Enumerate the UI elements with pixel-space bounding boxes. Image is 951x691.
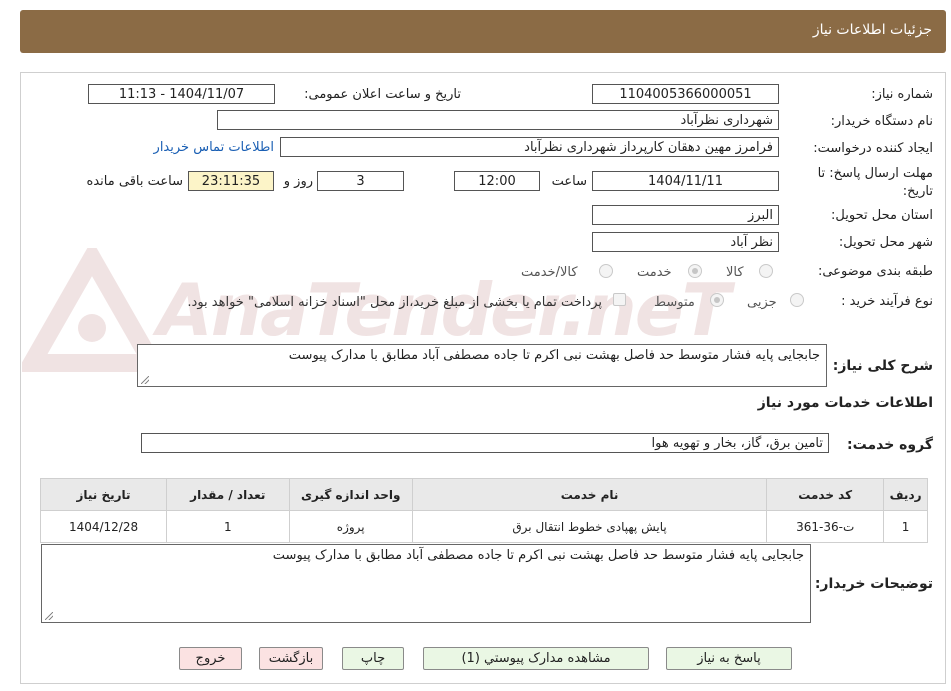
deadline-time-label: ساعت [551, 174, 587, 189]
province-label: استان محل تحویل: [831, 208, 933, 223]
treasury-note: پرداخت تمام یا بخشی از مبلغ خرید،از محل … [187, 295, 602, 310]
deadline-label-date: تاریخ: [902, 184, 933, 199]
buyer-org-field: شهرداری نظرآباد [217, 110, 779, 130]
service-group-field: تامین برق، گاز، بخار و تهویه هوا [141, 433, 829, 453]
exit-button[interactable]: خروج [179, 647, 242, 670]
page-title: جزئیات اطلاعات نیاز [812, 22, 932, 38]
treasury-checkbox[interactable] [613, 293, 626, 306]
cell-service-code: ت-36-361 [766, 510, 885, 543]
deadline-date-field: 1404/11/11 [592, 171, 779, 191]
deadline-time-field: 12:00 [454, 171, 540, 191]
announce-date-field: 1404/11/07 - 11:13 [88, 84, 275, 104]
province-field: البرز [592, 205, 779, 225]
buyer-notes-label: توضیحات خریدار: [814, 576, 933, 592]
category-both-radio[interactable] [599, 264, 613, 278]
category-goods-label: کالا [726, 265, 744, 280]
cell-row-number: 1 [883, 510, 928, 543]
buyer-notes-textarea[interactable]: جابجایی پایه فشار متوسط حد فاصل بهشت نبی… [41, 544, 811, 623]
remaining-label: ساعت باقی مانده [86, 174, 183, 189]
back-button[interactable]: بازگشت [259, 647, 323, 670]
buyer-notes-text: جابجایی پایه فشار متوسط حد فاصل بهشت نبی… [272, 548, 804, 563]
requester-label: ایجاد کننده درخواست: [813, 141, 933, 156]
col-row-number: ردیف [883, 478, 928, 511]
resize-grip-icon[interactable] [141, 376, 149, 384]
cell-unit: پروژه [288, 510, 413, 543]
col-need-date: تاریخ نیاز [39, 478, 168, 511]
table-row: 1 ت-36-361 پایش پهپادی خطوط انتقال برق پ… [39, 510, 928, 543]
resize-grip-icon[interactable] [45, 612, 53, 620]
cell-need-date: 1404/12/28 [39, 510, 168, 543]
remaining-time-field: 23:11:35 [188, 171, 274, 191]
category-goods-radio[interactable] [759, 264, 773, 278]
need-number-label: شماره نیاز: [871, 87, 933, 102]
cell-quantity: 1 [166, 510, 290, 543]
col-quantity: تعداد / مقدار [166, 478, 290, 511]
announce-date-label: تاریخ و ساعت اعلان عمومی: [304, 87, 461, 102]
days-label: روز و [283, 174, 313, 189]
process-minor-label: جزیی [747, 295, 777, 310]
city-label: شهر محل تحویل: [838, 235, 933, 250]
requester-field: فرامرز مهین دهقان کارپرداز شهرداری نظرآب… [280, 137, 779, 157]
category-both-label: کالا/خدمت [521, 265, 578, 280]
process-minor-radio[interactable] [790, 293, 804, 307]
category-label: طبقه بندی موضوعی: [817, 264, 933, 279]
general-desc-text: جابجایی پایه فشار متوسط حد فاصل بهشت نبی… [288, 348, 820, 363]
deadline-days-field: 3 [317, 171, 404, 191]
buyer-org-label: نام دستگاه خریدار: [830, 114, 933, 129]
services-section-title: اطلاعات خدمات مورد نیاز [757, 395, 933, 411]
category-service-label: خدمت [637, 265, 672, 280]
process-medium-label: متوسط [654, 295, 695, 310]
col-service-code: کد خدمت [766, 478, 885, 511]
table-header-row: ردیف کد خدمت نام خدمت واحد اندازه گیری ت… [39, 478, 928, 511]
process-medium-radio[interactable] [710, 293, 724, 307]
buyer-contact-link[interactable]: اطلاعات تماس خریدار [154, 140, 274, 155]
col-service-name: نام خدمت [411, 478, 768, 511]
process-type-label: نوع فرآیند خرید : [841, 294, 933, 309]
view-attachments-button[interactable]: مشاهده مدارک پیوستي (1) [423, 647, 649, 670]
page-header: جزئیات اطلاعات نیاز [20, 10, 946, 53]
print-button[interactable]: چاپ [342, 647, 404, 670]
reply-button[interactable]: پاسخ به نیاز [666, 647, 792, 670]
service-group-label: گروه خدمت: [847, 437, 933, 453]
cell-service-name: پایش پهپادی خطوط انتقال برق [411, 510, 768, 543]
col-unit: واحد اندازه گیری [288, 478, 413, 511]
services-table: ردیف کد خدمت نام خدمت واحد اندازه گیری ت… [39, 478, 928, 543]
general-desc-textarea[interactable]: جابجایی پایه فشار متوسط حد فاصل بهشت نبی… [137, 344, 827, 387]
need-number-field: 1104005366000051 [592, 84, 779, 104]
category-service-radio[interactable] [688, 264, 702, 278]
city-field: نظر آباد [592, 232, 779, 252]
general-desc-label: شرح کلی نیاز: [832, 358, 933, 374]
deadline-label: مهلت ارسال پاسخ: تا [817, 166, 933, 181]
